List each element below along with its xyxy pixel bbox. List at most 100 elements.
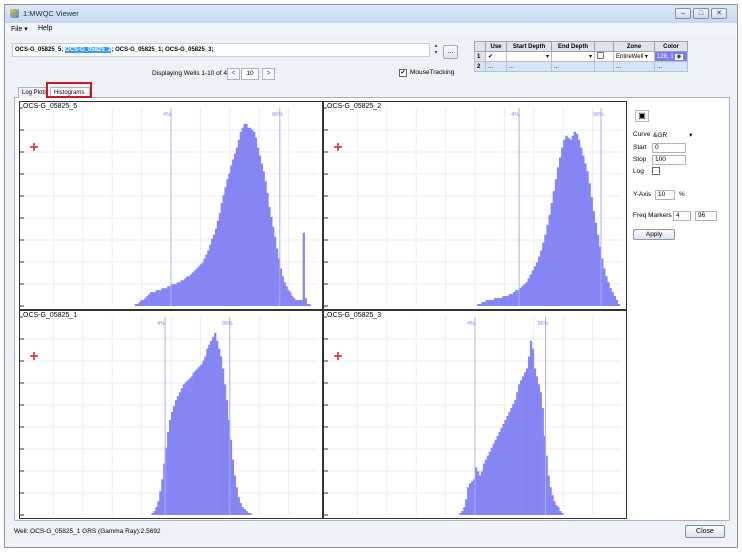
histogram-bar	[467, 487, 470, 515]
panel-title: OCS-G_05825_5	[23, 103, 78, 110]
log-checkbox[interactable]	[652, 167, 660, 175]
histogram-bar	[245, 123, 248, 306]
minimize-button[interactable]: –	[675, 8, 691, 19]
histogram-bar	[276, 248, 279, 306]
color-cell[interactable]: 128, 1 ◉	[654, 51, 688, 62]
scroll-up-icon[interactable]: ▴	[434, 43, 437, 49]
percentile-label: 4%	[163, 112, 171, 118]
histogram-bar	[214, 332, 217, 515]
start-depth-select[interactable]: ▾	[506, 51, 552, 62]
close-window-button[interactable]: ✕	[711, 8, 727, 19]
color-picker-icon[interactable]: ◉	[675, 54, 683, 60]
histogram-bar	[268, 207, 271, 306]
table-cell[interactable]: ...	[654, 61, 688, 72]
histogram-bar	[481, 302, 484, 306]
histogram-bar	[584, 163, 587, 306]
curve-select[interactable]: &GR ▾	[653, 131, 692, 139]
histogram-bar	[283, 282, 286, 306]
maximize-button[interactable]: □	[693, 8, 709, 19]
percentile-label: 96%	[272, 112, 283, 118]
histogram-bar	[182, 384, 186, 515]
histogram-bar	[134, 304, 137, 306]
histogram-bar	[487, 300, 490, 306]
histogram-bar	[159, 290, 162, 306]
histogram-bar	[289, 292, 292, 306]
mouse-tracking-checkbox[interactable]: ✔	[399, 69, 407, 77]
histogram-bar	[151, 292, 155, 306]
yaxis-input[interactable]: 10	[655, 190, 675, 200]
histogram-bar	[508, 294, 511, 306]
table-cell[interactable]	[594, 61, 614, 72]
histogram-bar	[494, 439, 497, 515]
histogram-bar	[549, 487, 552, 515]
histogram-panel[interactable]: 4% 96% OCS-G_05825_2	[324, 102, 626, 310]
tab-log-plots[interactable]: Log Plots	[18, 87, 48, 98]
row-checkbox[interactable]	[594, 51, 614, 62]
close-button[interactable]: Close	[685, 525, 725, 538]
histogram-bar	[178, 392, 182, 515]
histogram-bar	[510, 408, 513, 515]
histogram-chart: 4% 96%	[20, 107, 318, 307]
histogram-bar	[569, 139, 572, 306]
histogram-bar	[498, 431, 501, 515]
histogram-bar	[605, 276, 608, 306]
histogram-bar	[206, 348, 209, 515]
histogram-bar	[533, 266, 537, 306]
chevron-down-icon: ▾	[588, 54, 592, 60]
zone-select[interactable]: EntireWell ▾	[613, 51, 655, 62]
browse-wells-button[interactable]: ...	[443, 45, 458, 59]
freq-low-input[interactable]: 4	[673, 211, 691, 221]
scroll-down-icon[interactable]: ▾	[434, 50, 437, 56]
histogram-bar	[484, 459, 488, 515]
histogram-panel[interactable]: 4% 96% OCS-G_05825_3	[324, 311, 626, 519]
histogram-bar	[531, 348, 535, 515]
use-checkbox[interactable]: ✔	[485, 51, 507, 62]
table-header: Color	[654, 41, 688, 52]
camera-icon[interactable]: ▣	[635, 110, 649, 122]
histogram-bar	[239, 503, 242, 515]
histogram-bar	[253, 131, 256, 306]
page-size-input[interactable]: 10	[241, 68, 259, 80]
histogram-panel[interactable]: 4% 96% OCS-G_05825_1	[20, 311, 322, 519]
histogram-bar	[204, 356, 207, 515]
yaxis-unit: %	[679, 191, 685, 198]
histogram-bar	[222, 195, 225, 306]
histogram-bar	[488, 451, 491, 515]
histogram-panel[interactable]: 4% 96% OCS-G_05825_5	[20, 102, 322, 310]
histogram-bar	[161, 479, 164, 515]
menu-file[interactable]: File ▾	[11, 25, 28, 33]
histogram-bar	[538, 256, 541, 306]
table-cell[interactable]: ...	[551, 61, 595, 72]
histogram-bar	[196, 368, 199, 515]
histogram-bar	[176, 282, 179, 306]
next-page-button[interactable]: >	[262, 68, 275, 80]
histogram-bar	[561, 147, 564, 306]
table-cell[interactable]: ...	[613, 61, 655, 72]
apply-button[interactable]: Apply	[633, 229, 675, 240]
menu-help[interactable]: Help	[38, 25, 52, 32]
histogram-bar	[243, 123, 246, 306]
wells-scroll[interactable]: ▴ ▾	[432, 43, 440, 57]
histogram-bar	[188, 276, 191, 306]
histogram-bar	[516, 392, 519, 515]
histogram-bar	[524, 372, 527, 515]
table-cell[interactable]: ...	[485, 61, 507, 72]
histogram-bar	[262, 171, 265, 306]
histogram-bar	[272, 226, 275, 306]
stop-input[interactable]: 100	[652, 155, 686, 165]
histogram-bar	[174, 400, 178, 515]
start-input[interactable]: 0	[652, 143, 686, 153]
table-cell[interactable]: ...	[506, 61, 552, 72]
histogram-bar	[504, 419, 507, 515]
histogram-bar	[479, 304, 482, 306]
histogram-bar	[243, 509, 246, 515]
histogram-bar	[169, 419, 172, 515]
wells-selector-input[interactable]: OCS-G_05825_5; OCS-G_05825_2; OCS-G_0582…	[12, 43, 430, 57]
histogram-settings-panel: ▣ Curve &GR ▾ Start 0 Stop 100 Log Y-Axis…	[628, 101, 728, 261]
end-depth-select[interactable]: ▾	[551, 51, 595, 62]
prev-page-button[interactable]: <	[227, 68, 240, 80]
histogram-bar	[544, 234, 547, 306]
histogram-bar	[220, 203, 223, 306]
freq-high-input[interactable]: 96	[695, 211, 717, 221]
histogram-bar	[198, 366, 201, 515]
